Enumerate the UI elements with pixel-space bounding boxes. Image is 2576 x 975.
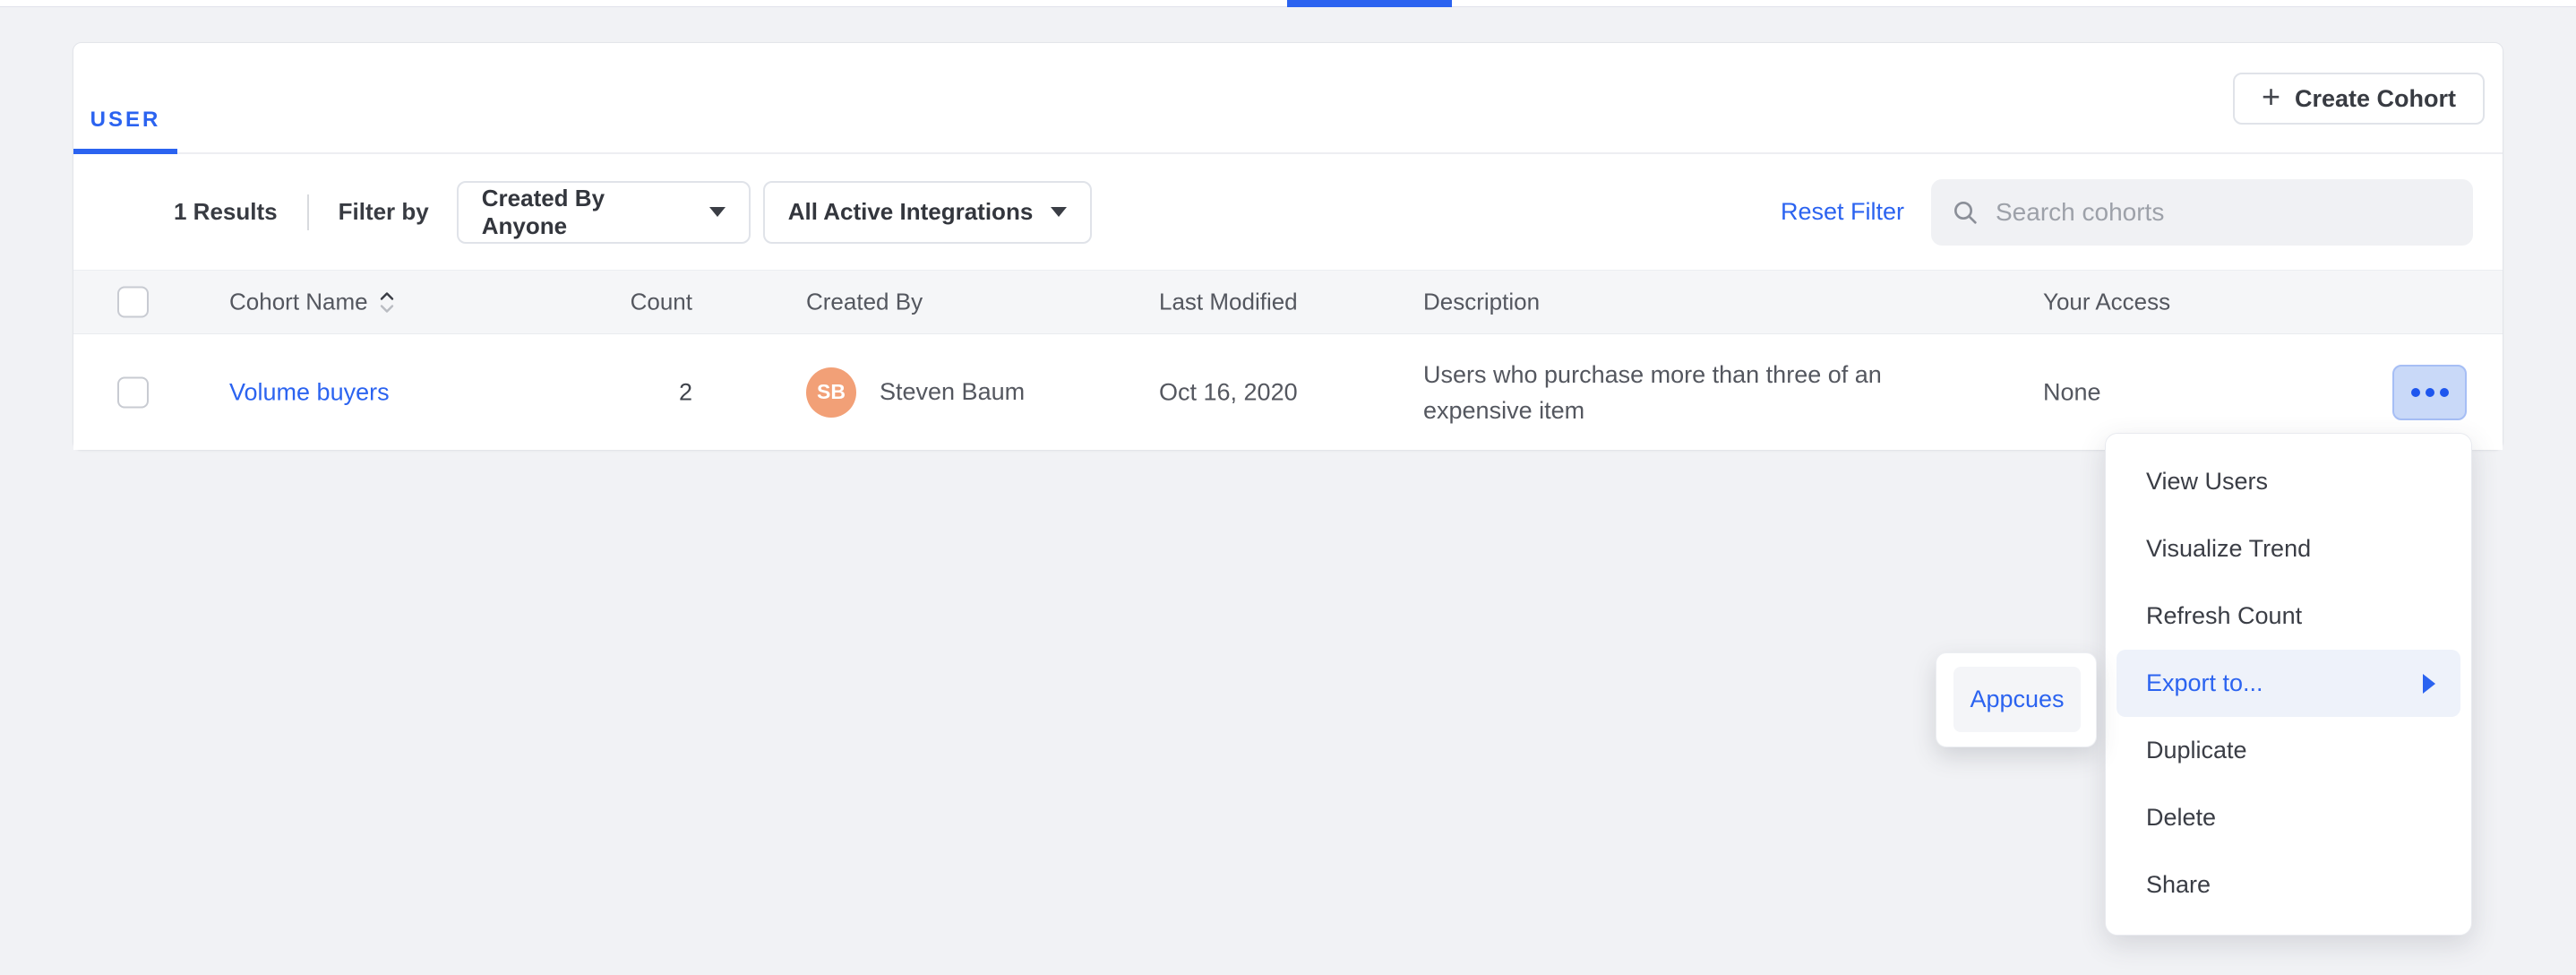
table-header-row: Cohort Name Count Created By Last Modifi… <box>73 270 2503 334</box>
submenu-arrow-icon <box>2423 674 2435 694</box>
export-submenu: Appcues <box>1936 652 2097 747</box>
sort-icon <box>379 289 395 315</box>
search-input[interactable] <box>1996 198 2453 227</box>
avatar: SB <box>806 367 856 418</box>
tab-user-underline <box>73 149 177 154</box>
ellipsis-icon <box>2440 388 2449 397</box>
created-by-name: Steven Baum <box>880 378 1025 406</box>
header-created-by[interactable]: Created By <box>806 289 923 316</box>
row-checkbox-cell <box>117 376 149 408</box>
filter-bar: 1 Results Filter by Created By Anyone Al… <box>73 154 2503 270</box>
menu-item-export-to-label: Export to... <box>2146 669 2263 697</box>
active-tab-indicator <box>1287 0 1452 7</box>
ellipsis-icon <box>2411 388 2420 397</box>
menu-item-visualize-trend[interactable]: Visualize Trend <box>2106 515 2471 582</box>
last-modified-cell: Oct 16, 2020 <box>1159 378 1298 406</box>
tab-bar: USER + Create Cohort <box>73 43 2503 154</box>
menu-item-delete[interactable]: Delete <box>2106 784 2471 851</box>
search-box[interactable] <box>1931 179 2473 246</box>
header-count[interactable]: Count <box>575 289 692 316</box>
plus-icon: + <box>2262 81 2280 113</box>
select-all-checkbox-cell <box>117 287 149 318</box>
header-your-access[interactable]: Your Access <box>2043 289 2170 316</box>
filter-by-label: Filter by <box>339 198 429 226</box>
menu-item-export-to[interactable]: Export to... <box>2117 650 2460 717</box>
divider <box>307 194 309 230</box>
created-by-dropdown[interactable]: Created By Anyone <box>457 181 751 244</box>
row-actions-button[interactable] <box>2392 365 2467 420</box>
menu-item-duplicate[interactable]: Duplicate <box>2106 717 2471 784</box>
reset-filter-link[interactable]: Reset Filter <box>1781 198 1904 226</box>
integrations-dropdown[interactable]: All Active Integrations <box>763 181 1092 244</box>
create-cohort-label: Create Cohort <box>2295 85 2456 113</box>
cohort-count: 2 <box>575 378 692 406</box>
row-checkbox[interactable] <box>117 376 149 408</box>
header-description[interactable]: Description <box>1423 289 1929 316</box>
create-cohort-button[interactable]: + Create Cohort <box>2233 73 2485 125</box>
menu-item-refresh-count[interactable]: Refresh Count <box>2106 582 2471 650</box>
header-cohort-name[interactable]: Cohort Name <box>229 289 395 316</box>
cohort-name-link[interactable]: Volume buyers <box>229 378 390 406</box>
header-cohort-name-label: Cohort Name <box>229 289 368 316</box>
chevron-down-icon <box>709 207 726 217</box>
select-all-checkbox[interactable] <box>117 287 149 318</box>
tab-user-label: USER <box>90 108 161 133</box>
created-by-cell: SB Steven Baum <box>806 367 1025 418</box>
top-nav-strip <box>0 0 2576 7</box>
search-icon <box>1951 198 1979 227</box>
created-by-dropdown-value: Created By Anyone <box>482 185 695 240</box>
your-access-cell: None <box>2043 378 2101 406</box>
row-context-menu: View Users Visualize Trend Refresh Count… <box>2105 433 2472 936</box>
submenu-item-appcues[interactable]: Appcues <box>1953 667 2081 732</box>
menu-item-view-users[interactable]: View Users <box>2106 448 2471 515</box>
ellipsis-icon <box>2426 388 2434 397</box>
results-count: 1 Results <box>174 198 278 226</box>
cohorts-panel: USER + Create Cohort 1 Results Filter by… <box>73 42 2503 451</box>
chevron-down-icon <box>1051 207 1067 217</box>
header-last-modified[interactable]: Last Modified <box>1159 289 1298 316</box>
menu-item-share[interactable]: Share <box>2106 851 2471 919</box>
tab-user[interactable]: USER <box>73 43 177 154</box>
description-cell: Users who purchase more than three of an… <box>1423 357 1929 428</box>
integrations-dropdown-value: All Active Integrations <box>788 198 1034 226</box>
